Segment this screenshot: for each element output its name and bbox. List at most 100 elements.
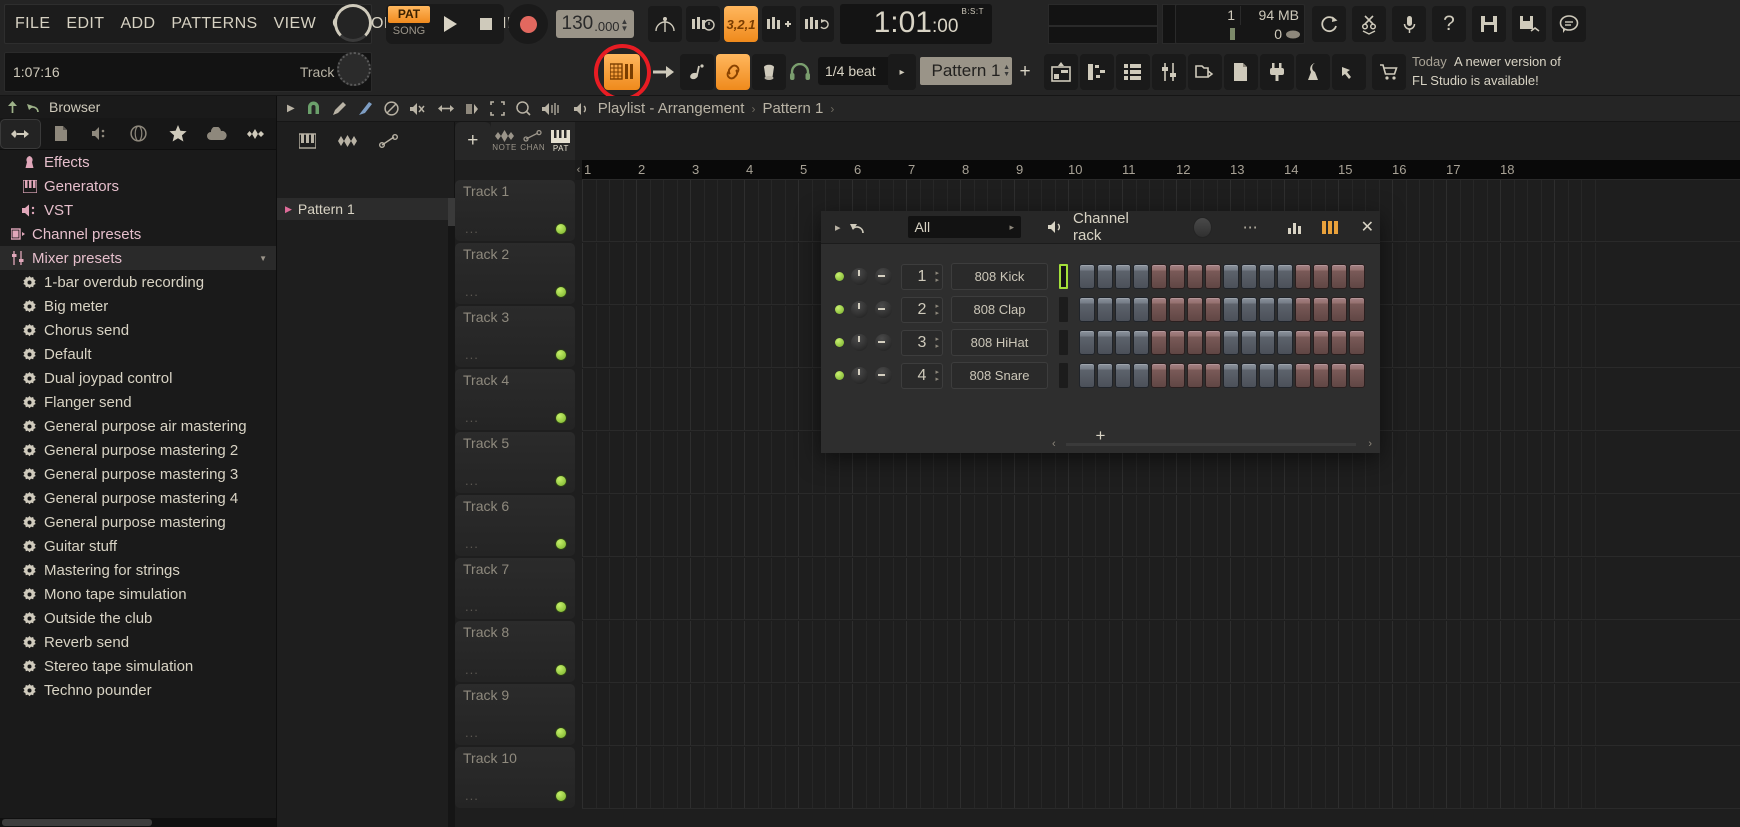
step-button[interactable] — [1277, 363, 1293, 388]
step-button[interactable] — [1313, 297, 1329, 322]
track-enable-led[interactable] — [555, 349, 567, 361]
step-button[interactable] — [1349, 363, 1365, 388]
track-enable-led[interactable] — [555, 223, 567, 235]
channel-pan-knob[interactable] — [875, 334, 892, 351]
channel-index[interactable]: 1 ▸ ▸ — [901, 263, 943, 290]
channel-row[interactable]: 1 ▸ ▸ 808 Kick — [821, 260, 1365, 293]
channel-row[interactable]: 4 ▸ ▸ 808 Snare — [821, 359, 1365, 392]
draw-icon[interactable] — [332, 101, 347, 116]
step-button[interactable] — [1349, 264, 1365, 289]
browser-tab-cloud[interactable] — [198, 119, 237, 149]
browser-item-generators[interactable]: Generators — [0, 174, 276, 198]
pattern-wave-icon[interactable] — [338, 134, 357, 148]
microphone-button[interactable] — [1392, 6, 1426, 42]
channel-rack-horizontal-scrollbar[interactable]: ‹ › — [1052, 438, 1372, 450]
step-button[interactable] — [1205, 264, 1221, 289]
track-options[interactable]: ... — [465, 347, 479, 362]
step-button[interactable] — [1205, 297, 1221, 322]
track-row[interactable]: Track 9 ... — [455, 684, 1740, 747]
channel-volume-knob[interactable] — [851, 367, 868, 384]
track-options[interactable]: ... — [465, 221, 479, 236]
browser-preset-item[interactable]: Chorus send — [0, 318, 276, 342]
step-button[interactable] — [1331, 264, 1347, 289]
step-button[interactable] — [1115, 297, 1131, 322]
playlist-button[interactable] — [1044, 54, 1078, 90]
channel-filter-selector[interactable]: All ▸ — [907, 216, 1021, 238]
step-button[interactable] — [1277, 297, 1293, 322]
update-notification[interactable]: Today A newer version of FL Studio is av… — [1412, 52, 1732, 92]
track-header[interactable]: Track 10 ... — [455, 747, 575, 808]
channel-index-spinner[interactable]: ▸ ▸ — [935, 303, 939, 317]
step-button[interactable] — [1205, 363, 1221, 388]
pattern-generator-icon[interactable] — [299, 133, 316, 149]
browser-back-icon[interactable] — [27, 101, 41, 114]
tempo-field[interactable]: 130 .000 ▲ ▼ — [556, 10, 634, 38]
playlist-menu-arrow[interactable]: ▶ — [287, 103, 295, 114]
step-button[interactable] — [1241, 297, 1257, 322]
step-button[interactable] — [1241, 363, 1257, 388]
channel-pan-knob[interactable] — [875, 367, 892, 384]
track-options[interactable]: ... — [465, 410, 479, 425]
step-button[interactable] — [1223, 264, 1239, 289]
browser-tab-audio[interactable] — [80, 119, 119, 149]
step-button[interactable] — [1151, 363, 1167, 388]
browser-preset-item[interactable]: 1-bar overdub recording — [0, 270, 276, 294]
step-button[interactable] — [1223, 363, 1239, 388]
channel-name-button[interactable]: 808 HiHat — [951, 329, 1048, 356]
track-row[interactable]: Track 8 ... — [455, 621, 1740, 684]
add-track-button[interactable]: + — [455, 122, 491, 160]
step-button[interactable] — [1259, 264, 1275, 289]
step-button[interactable] — [1259, 297, 1275, 322]
step-button[interactable] — [1349, 297, 1365, 322]
menu-item-patterns[interactable]: PATTERNS — [169, 13, 259, 35]
record-button[interactable] — [508, 4, 548, 44]
track-enable-led[interactable] — [555, 475, 567, 487]
pattern-automation-icon[interactable] — [379, 134, 398, 148]
mute-icon[interactable] — [409, 102, 427, 116]
browser-item-channel-presets[interactable]: Channel presets — [0, 222, 276, 246]
step-button[interactable] — [1115, 264, 1131, 289]
step-button[interactable] — [1151, 297, 1167, 322]
browser-horizontal-scrollbar[interactable] — [0, 818, 276, 827]
step-button[interactable] — [1151, 264, 1167, 289]
timeline-ruler[interactable]: 1 2 3 4 5 6 7 8 9 10 11 12 13 14 15 16 1… — [582, 160, 1740, 180]
track-enable-led[interactable] — [555, 286, 567, 298]
chevron-down-icon[interactable]: ▼ — [259, 254, 267, 263]
track-row[interactable]: Track 6 ... — [455, 495, 1740, 558]
pattern-list-item[interactable]: ▶ Pattern 1 — [277, 198, 454, 220]
scroll-right-icon[interactable]: › — [1368, 438, 1372, 450]
step-button[interactable] — [1241, 264, 1257, 289]
keyboard-editor-icon[interactable] — [1321, 220, 1339, 234]
browser-item-effects[interactable]: Effects — [0, 150, 276, 174]
step-button[interactable] — [1295, 264, 1311, 289]
track-enable-led[interactable] — [555, 412, 567, 424]
tab-pat[interactable]: PAT — [547, 122, 575, 160]
touch-button[interactable] — [1332, 54, 1366, 90]
track-header[interactable]: Track 8 ... — [455, 621, 575, 682]
refresh-button[interactable] — [1312, 6, 1346, 42]
pattern-mode-button[interactable]: PAT — [388, 6, 430, 23]
channel-enable-led[interactable] — [835, 272, 844, 281]
playback-icon[interactable] — [541, 102, 559, 116]
pattern-menu-button[interactable]: ▸ — [888, 54, 916, 90]
tempo-spinner[interactable]: ▲ ▼ — [621, 16, 629, 33]
paint-icon[interactable] — [358, 101, 373, 116]
track-lane[interactable] — [582, 558, 1740, 620]
step-button[interactable] — [1241, 330, 1257, 355]
close-icon[interactable]: ✕ — [1361, 217, 1374, 237]
channel-index[interactable]: 3 ▸ ▸ — [901, 329, 943, 356]
channel-pan-knob[interactable] — [875, 268, 892, 285]
track-header[interactable]: Track 6 ... — [455, 495, 575, 556]
mixer-button[interactable] — [1152, 54, 1186, 90]
channel-selector-bar[interactable] — [1059, 264, 1068, 289]
track-row[interactable]: Track 7 ... — [455, 558, 1740, 621]
browser-preset-item[interactable]: Stereo tape simulation — [0, 654, 276, 678]
browser-tab-effects[interactable] — [237, 119, 276, 149]
channel-name-button[interactable]: 808 Snare — [951, 362, 1048, 389]
track-enable-led[interactable] — [555, 790, 567, 802]
loop-record-button[interactable] — [800, 6, 834, 42]
channel-selector-bar[interactable] — [1059, 363, 1068, 388]
track-header[interactable]: Track 1 ... — [455, 180, 575, 241]
channel-rack-undo-button[interactable] — [849, 220, 867, 235]
channel-rack-menu-button[interactable]: ▸ — [827, 221, 841, 234]
